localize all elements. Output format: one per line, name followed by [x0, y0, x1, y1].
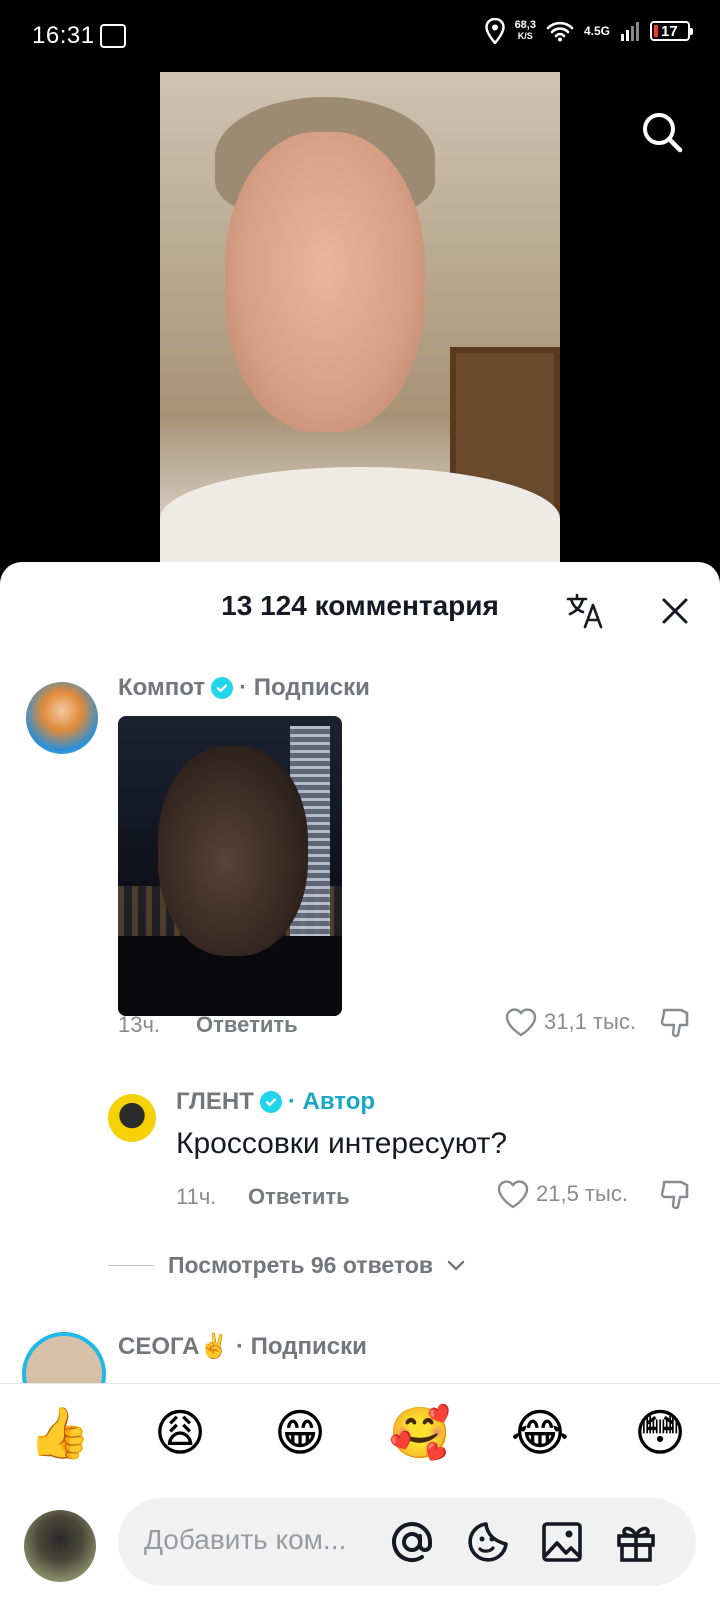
battery-icon: 17: [650, 21, 693, 41]
heart-icon: [505, 1008, 537, 1037]
dislike-icon[interactable]: [658, 1178, 694, 1214]
comment-image[interactable]: [118, 716, 342, 1016]
reply-button[interactable]: Ответить: [196, 1012, 298, 1038]
chevron-down-icon: [447, 1260, 465, 1270]
signal-icon: [621, 22, 639, 41]
reply-text: Кроссовки интересуют?: [176, 1127, 508, 1160]
comments-header: 13 124 комментария: [0, 562, 720, 652]
net-speed-value: 68,3: [514, 19, 536, 31]
reaction-flushed[interactable]: 😳: [620, 1404, 700, 1463]
reaction-grin[interactable]: 😁: [260, 1404, 340, 1463]
reaction-love[interactable]: 🥰: [380, 1404, 460, 1463]
reaction-weary[interactable]: 😩: [140, 1404, 220, 1463]
status-icons: 68,3 K/S 4.5G 17: [484, 18, 693, 44]
net-speed-unit: K/S: [517, 31, 533, 41]
reply-author-row[interactable]: ГЛЕНТ · Автор: [176, 1088, 375, 1116]
comment-input[interactable]: Добавить ком...: [118, 1498, 696, 1586]
reaction-laugh[interactable]: 😂: [500, 1404, 580, 1463]
status-bar: 16:31 68,3 K/S 4.5G 17: [0, 0, 720, 72]
commenter-name-row[interactable]: Компот · Подписки: [118, 674, 370, 702]
commenter-tag: · Подписки: [236, 1333, 367, 1360]
like-button[interactable]: 31,1 тыс.: [504, 1006, 636, 1038]
gift-icon[interactable]: [612, 1518, 660, 1566]
view-replies-label[interactable]: Посмотреть 96 ответов: [168, 1252, 433, 1279]
commenter-name-row[interactable]: СЕОГА✌️ · Подписки: [118, 1332, 367, 1361]
commenter-name[interactable]: Компот: [118, 674, 205, 702]
verified-badge-icon: [211, 677, 234, 699]
close-icon[interactable]: [658, 594, 692, 628]
reply-time: 11ч.: [176, 1184, 217, 1209]
video-person-shirt: [160, 467, 560, 562]
battery-level: [654, 25, 658, 37]
wifi-icon: [546, 21, 574, 42]
gallery-notification-icon: [100, 24, 126, 48]
commenter-tag: · Подписки: [239, 674, 370, 701]
comment-composer: 👍 😩 😁 🥰 😂 😳 Добавить ком...: [0, 1383, 720, 1601]
mention-icon[interactable]: [388, 1518, 436, 1566]
commenter-avatar[interactable]: [26, 682, 98, 754]
location-icon: [484, 18, 505, 44]
reply-author-avatar[interactable]: [108, 1094, 156, 1142]
like-count: 31,1 тыс.: [544, 1009, 636, 1034]
heart-icon: [497, 1180, 529, 1209]
image-icon[interactable]: [538, 1518, 586, 1566]
search-icon[interactable]: [638, 108, 686, 156]
comment-image-face: [158, 746, 308, 956]
battery-percent: 17: [661, 22, 678, 40]
net-speed: 68,3 K/S: [515, 20, 536, 42]
commenter-name[interactable]: СЕОГА✌️: [118, 1333, 229, 1360]
view-replies-divider: [108, 1265, 154, 1266]
my-avatar: [24, 1510, 96, 1582]
author-tag: · Автор: [287, 1088, 376, 1115]
reply-author-name[interactable]: ГЛЕНТ: [176, 1088, 254, 1116]
comment-time: 13ч.: [118, 1012, 161, 1037]
video-person-face: [225, 132, 425, 432]
quick-reactions: 👍 😩 😁 🥰 😂 😳: [0, 1404, 720, 1463]
status-time: 16:31: [32, 22, 95, 49]
sticker-icon[interactable]: [464, 1518, 512, 1566]
view-replies-button[interactable]: Посмотреть 96 ответов: [108, 1252, 465, 1279]
like-count: 21,5 тыс.: [536, 1181, 628, 1206]
translate-icon[interactable]: [566, 592, 604, 630]
comments-count-title: 13 124 комментария: [221, 590, 499, 621]
reply-button[interactable]: Ответить: [248, 1184, 350, 1210]
verified-badge-icon: [259, 1091, 282, 1113]
reaction-thumbs-up[interactable]: 👍: [20, 1404, 100, 1463]
dislike-icon[interactable]: [658, 1006, 694, 1042]
network-type: 4.5G: [583, 24, 610, 38]
comment-input-placeholder[interactable]: Добавить ком...: [144, 1524, 346, 1556]
video-player[interactable]: [160, 72, 560, 562]
like-button[interactable]: 21,5 тыс.: [496, 1178, 628, 1210]
